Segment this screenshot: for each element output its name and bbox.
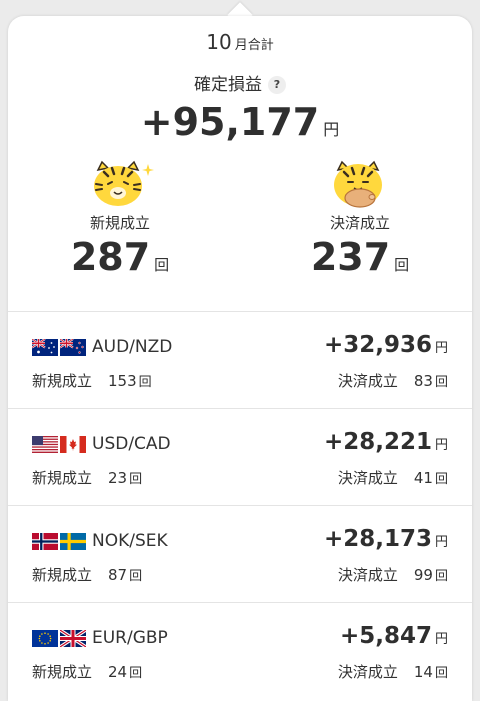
month-suffix: 月合計 bbox=[234, 38, 274, 53]
month-heading: 10 月合計 bbox=[0, 30, 480, 54]
profit-value: +28,221 bbox=[323, 429, 432, 455]
settled-trades-stat: 決済成立 237 回 bbox=[280, 160, 440, 279]
currency-pair-row-usd-cad[interactable]: USD/CAD +28,221 円 新規成立 23 回 決済成立 41 回 bbox=[8, 408, 472, 505]
currency-pair-profit: +5,847 円 bbox=[340, 623, 448, 649]
realized-pnl-label-row: 確定損益? bbox=[0, 70, 480, 95]
currency-pair-name: USD/CAD bbox=[92, 434, 171, 454]
new-trades-label: 新規成立 bbox=[32, 372, 93, 390]
new-zealand-flag-icon bbox=[60, 339, 86, 356]
settled-trades-row: 決済成立 14 回 bbox=[338, 661, 448, 682]
count-unit: 回 bbox=[434, 472, 448, 487]
settled-trades-count: 14 bbox=[413, 663, 433, 681]
new-trades-row: 新規成立 153 回 bbox=[32, 370, 152, 391]
settled-trades-count: 237 bbox=[310, 235, 391, 279]
new-trades-row: 新規成立 24 回 bbox=[32, 661, 142, 682]
new-trades-row: 新規成立 87 回 bbox=[32, 564, 142, 585]
currency-pair-list: AUD/NZD +32,936 円 新規成立 153 回 決済成立 83 回 U… bbox=[8, 311, 472, 699]
profit-unit: 円 bbox=[434, 632, 448, 647]
count-unit: 回 bbox=[129, 472, 143, 487]
count-unit: 回 bbox=[434, 666, 448, 681]
settled-trades-count: 83 bbox=[413, 372, 433, 390]
settled-trades-label: 決済成立 bbox=[337, 663, 398, 681]
profit-value: +5,847 bbox=[339, 623, 432, 649]
new-trades-label: 新規成立 bbox=[32, 469, 93, 487]
united-states-flag-icon bbox=[32, 436, 58, 453]
new-trades-label: 新規成立 bbox=[89, 214, 150, 232]
new-trades-unit: 回 bbox=[154, 256, 170, 274]
canada-flag-icon bbox=[60, 436, 86, 453]
total-profit-unit: 円 bbox=[323, 120, 340, 139]
sweden-flag-icon bbox=[60, 533, 86, 550]
new-trades-count: 24 bbox=[108, 663, 128, 681]
currency-pair-profit: +28,221 円 bbox=[324, 429, 448, 455]
profit-value: +32,936 bbox=[323, 332, 432, 358]
new-trades-label: 新規成立 bbox=[32, 663, 93, 681]
currency-pair-row-nok-sek[interactable]: NOK/SEK +28,173 円 新規成立 87 回 決済成立 99 回 bbox=[8, 505, 472, 602]
new-trades-label: 新規成立 bbox=[32, 566, 93, 584]
currency-pair-row-eur-gbp[interactable]: EUR/GBP +5,847 円 新規成立 24 回 決済成立 14 回 bbox=[8, 602, 472, 699]
count-unit: 回 bbox=[129, 569, 143, 584]
currency-pair-profit: +28,173 円 bbox=[324, 526, 448, 552]
realized-pnl-label: 確定損益 bbox=[194, 75, 262, 95]
help-icon[interactable]: ? bbox=[268, 76, 286, 94]
settled-trades-row: 決済成立 83 回 bbox=[338, 370, 448, 391]
settled-trades-label: 決済成立 bbox=[337, 372, 398, 390]
total-profit-value: +95,177 bbox=[140, 100, 320, 144]
month-number: 10 bbox=[206, 30, 232, 54]
settled-trades-label: 決済成立 bbox=[337, 566, 398, 584]
profit-value: +28,173 bbox=[323, 526, 432, 552]
settled-trades-row: 決済成立 41 回 bbox=[338, 467, 448, 488]
profit-unit: 円 bbox=[434, 535, 448, 550]
settled-trades-count: 99 bbox=[413, 566, 433, 584]
new-trades-stat: 新規成立 287 回 bbox=[40, 160, 200, 279]
currency-pair-name: EUR/GBP bbox=[92, 628, 168, 648]
european-union-flag-icon bbox=[32, 630, 58, 647]
count-unit: 回 bbox=[129, 666, 143, 681]
norway-flag-icon bbox=[32, 533, 58, 550]
currency-pair-profit: +32,936 円 bbox=[324, 332, 448, 358]
new-trades-count: 87 bbox=[108, 566, 128, 584]
new-trades-count: 23 bbox=[108, 469, 128, 487]
new-trades-row: 新規成立 23 回 bbox=[32, 467, 142, 488]
total-profit: +95,177 円 bbox=[0, 100, 480, 144]
settled-trades-label: 決済成立 bbox=[329, 214, 390, 232]
currency-pair-name: AUD/NZD bbox=[92, 337, 173, 357]
settled-trades-row: 決済成立 99 回 bbox=[338, 564, 448, 585]
new-trades-count: 287 bbox=[70, 235, 151, 279]
new-trades-count: 153 bbox=[108, 372, 137, 390]
profit-unit: 円 bbox=[434, 341, 448, 356]
tiger-mascot-piggybank-icon bbox=[334, 160, 382, 208]
settled-trades-unit: 回 bbox=[394, 256, 410, 274]
count-unit: 回 bbox=[434, 569, 448, 584]
profit-unit: 円 bbox=[434, 438, 448, 453]
currency-pair-row-aud-nzd[interactable]: AUD/NZD +32,936 円 新規成立 153 回 決済成立 83 回 bbox=[8, 311, 472, 408]
united-kingdom-flag-icon bbox=[60, 630, 86, 647]
count-unit: 回 bbox=[434, 375, 448, 390]
settled-trades-label: 決済成立 bbox=[337, 469, 398, 487]
currency-pair-name: NOK/SEK bbox=[92, 531, 168, 551]
tiger-mascot-sparkle-icon bbox=[94, 160, 154, 206]
count-unit: 回 bbox=[138, 375, 152, 390]
settled-trades-count: 41 bbox=[413, 469, 433, 487]
australia-flag-icon bbox=[32, 339, 58, 356]
